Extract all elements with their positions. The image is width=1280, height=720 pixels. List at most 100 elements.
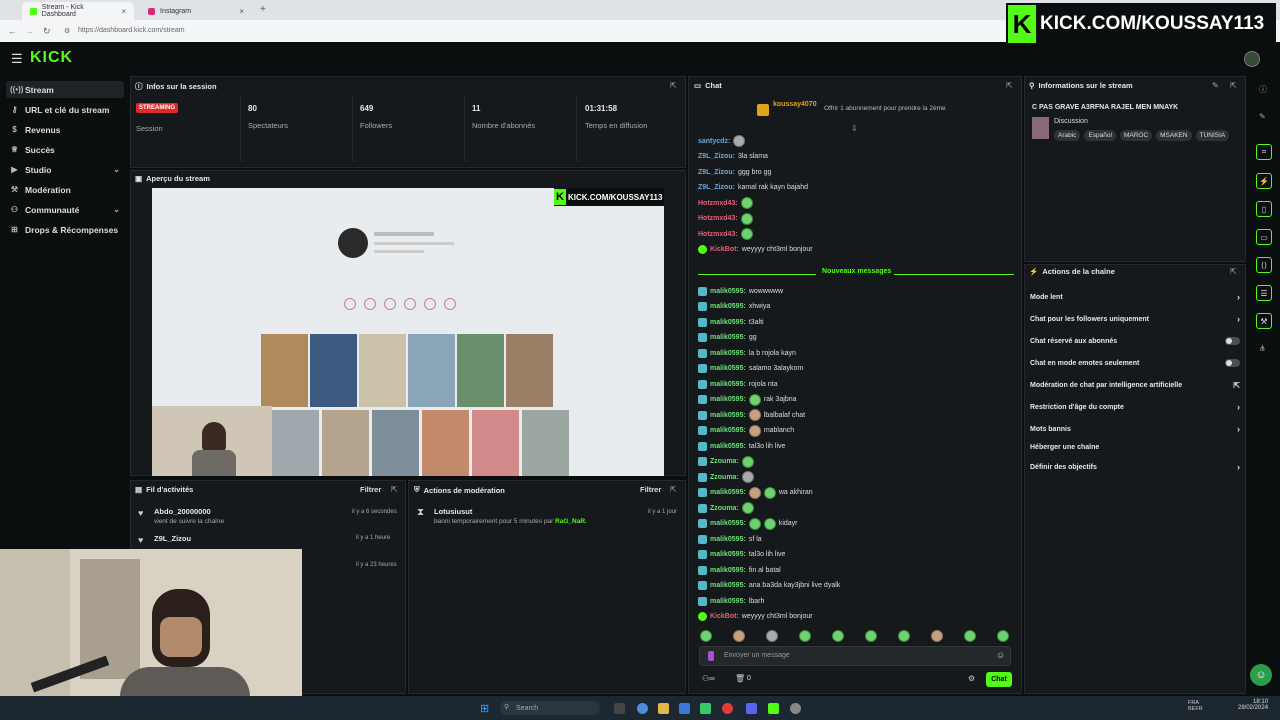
chat-username[interactable]: KickBot: xyxy=(710,246,739,253)
chat-username[interactable]: Zzouma: xyxy=(710,458,739,465)
feed-item-name[interactable]: Abdo_20000000 xyxy=(154,507,211,516)
emote-button[interactable] xyxy=(799,630,811,642)
sidebar-item-studio[interactable]: ▶ Studio ⌄ xyxy=(6,161,124,178)
gear-icon[interactable]: ⚙ xyxy=(968,674,975,683)
tab-instagram[interactable]: Instagram × xyxy=(140,2,252,20)
feed-item-name[interactable]: Z9L_Zizou xyxy=(154,534,191,543)
chat-username[interactable]: malik0595: xyxy=(710,536,746,543)
chat-username[interactable]: malik0595: xyxy=(710,551,746,558)
back-icon[interactable]: ← xyxy=(8,26,17,36)
expand-icon[interactable]: ⇱ xyxy=(1230,267,1237,276)
chat-username[interactable]: malik0595: xyxy=(710,350,746,357)
windows-start-icon[interactable]: ⊞ xyxy=(480,702,489,715)
chat-username[interactable]: santycdz: xyxy=(698,138,730,145)
kick-logo[interactable]: KICK xyxy=(30,49,73,67)
chat-username[interactable]: malik0595: xyxy=(710,489,746,496)
send-chat-button[interactable]: Chat xyxy=(986,672,1012,687)
emote-button[interactable] xyxy=(733,630,745,642)
chat-username[interactable]: Zzouma: xyxy=(710,474,739,481)
widgets-icon[interactable] xyxy=(614,703,625,714)
trash-icon[interactable]: 🗑 xyxy=(735,674,745,683)
chat-username[interactable]: malik0595: xyxy=(710,520,746,527)
chat-username[interactable]: Z9L_Zizou: xyxy=(698,169,735,176)
action-slow-mode[interactable]: Mode lent › xyxy=(1030,292,1240,302)
emotes-only-toggle[interactable] xyxy=(1225,359,1240,367)
tag[interactable]: MSAKEN xyxy=(1156,130,1192,141)
chat-username[interactable]: malik0595: xyxy=(710,427,746,434)
sidebar-item-succes[interactable]: ♕ Succès xyxy=(6,141,124,158)
language-indicator[interactable]: FRA BEFR xyxy=(1188,700,1212,712)
crop-icon[interactable]: ⌗ xyxy=(1256,144,1272,160)
emote-button[interactable] xyxy=(997,630,1009,642)
chat-username[interactable]: malik0595: xyxy=(710,412,746,419)
mod-item-name[interactable]: Lotusiusut xyxy=(434,507,472,516)
forward-icon[interactable]: → xyxy=(25,26,34,36)
chat-username[interactable]: malik0595: xyxy=(710,319,746,326)
hamburger-icon[interactable]: ☰ xyxy=(11,51,23,67)
share-icon[interactable]: ⋔ xyxy=(1259,344,1266,353)
emote-button[interactable] xyxy=(766,630,778,642)
close-tab-icon[interactable]: × xyxy=(239,7,244,16)
subscribers-only-toggle[interactable] xyxy=(1225,337,1240,345)
edge-icon[interactable] xyxy=(637,703,648,714)
lightning-icon[interactable]: ⚡ xyxy=(1256,173,1272,189)
chat-username[interactable]: malik0595: xyxy=(710,567,746,574)
sidebar-item-drops[interactable]: ⊞ Drops & Récompenses xyxy=(6,221,124,238)
info-icon[interactable]: ⓘ xyxy=(1259,84,1267,95)
help-chat-icon[interactable]: ☺ xyxy=(1250,664,1272,686)
close-tab-icon[interactable]: × xyxy=(121,7,126,16)
expand-icon[interactable]: ⇱ xyxy=(670,485,677,494)
expand-icon[interactable]: ⇱ xyxy=(1006,81,1013,90)
tag[interactable]: Arabic xyxy=(1054,130,1081,141)
opera-icon[interactable] xyxy=(722,703,733,714)
site-info-icon[interactable]: ⚙ xyxy=(64,27,70,35)
chat-username[interactable]: Z9L_Zizou: xyxy=(698,153,735,160)
chat-username[interactable]: malik0595: xyxy=(710,303,746,310)
whatsapp-icon[interactable] xyxy=(700,703,711,714)
url-field[interactable]: https://dashboard.kick.com/stream xyxy=(78,27,185,34)
taskbar-search[interactable]: ⚲ Search xyxy=(500,701,600,715)
chat-username[interactable]: Hotzmxd43: xyxy=(698,231,738,238)
chat-username[interactable]: malik0595: xyxy=(710,443,746,450)
reload-icon[interactable]: ↻ xyxy=(43,26,51,37)
filter-button[interactable]: Filtrer xyxy=(640,485,661,494)
chat-input[interactable]: Envoyer un message ☺ xyxy=(699,646,1011,666)
taskbar-clock[interactable]: 18:10 28/02/2024 xyxy=(1238,699,1268,711)
chat-username[interactable]: malik0595: xyxy=(710,598,746,605)
chat-bubble-icon[interactable]: ▭ xyxy=(1256,229,1272,245)
category-name[interactable]: Discussion xyxy=(1054,118,1088,125)
chat-username[interactable]: malik0595: xyxy=(710,365,746,372)
wrench-icon[interactable]: ⚒ xyxy=(1256,313,1272,329)
sidebar-item-url-key[interactable]: ⚷ URL et clé du stream xyxy=(6,101,124,118)
chat-username[interactable]: malik0595: xyxy=(710,334,746,341)
scroll-down-icon[interactable]: ⇩ xyxy=(851,124,858,133)
expand-icon[interactable]: ⇱ xyxy=(391,485,398,494)
emote-button[interactable] xyxy=(700,630,712,642)
discord-icon[interactable] xyxy=(746,703,757,714)
folder-icon[interactable] xyxy=(658,703,669,714)
chat-username[interactable]: Hotzmxd43: xyxy=(698,200,738,207)
chat-username[interactable]: Zzouma: xyxy=(710,505,739,512)
code-icon[interactable]: ⟨⟩ xyxy=(1256,257,1272,273)
chat-username[interactable]: malik0595: xyxy=(710,288,746,295)
emote-button[interactable] xyxy=(964,630,976,642)
action-age-restriction[interactable]: Restriction d'âge du compte › xyxy=(1030,402,1240,412)
tag[interactable]: Español xyxy=(1084,130,1116,141)
expand-icon[interactable]: ⇱ xyxy=(670,81,677,90)
expand-icon[interactable]: ⇱ xyxy=(1230,81,1237,90)
edit-pencil-icon[interactable]: ✎ xyxy=(1212,81,1219,90)
emote-button[interactable] xyxy=(832,630,844,642)
action-ai-moderation[interactable]: Modération de chat par intelligence arti… xyxy=(1030,381,1240,390)
mod-item-moderator[interactable]: RaG_NaR. xyxy=(555,518,587,525)
tag[interactable]: TUNISIA xyxy=(1195,130,1230,141)
chat-username[interactable]: KickBot: xyxy=(710,613,739,620)
chat-username[interactable]: malik0595: xyxy=(710,582,746,589)
sidebar-item-communaute[interactable]: ⚇ Communauté ⌄ xyxy=(6,201,124,218)
action-followers-only[interactable]: Chat pour les followers uniquement › xyxy=(1030,314,1240,324)
action-set-goals[interactable]: Définir des objectifs › xyxy=(1030,462,1240,472)
emote-button[interactable] xyxy=(931,630,943,642)
chat-username[interactable]: Z9L_Zizou: xyxy=(698,184,735,191)
filter-button[interactable]: Filtrer xyxy=(360,485,381,494)
avatar[interactable] xyxy=(1244,51,1260,67)
stream-preview-video[interactable] xyxy=(152,188,664,476)
